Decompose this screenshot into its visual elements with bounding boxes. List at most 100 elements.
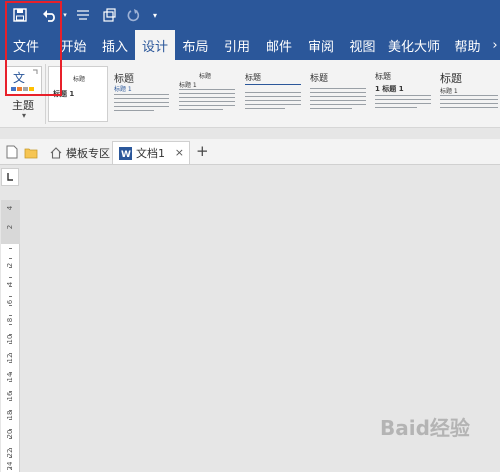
format-painter-button[interactable] bbox=[74, 4, 92, 26]
preview-line bbox=[440, 103, 498, 104]
style-set-title: 标题 bbox=[310, 74, 329, 84]
preview-line bbox=[440, 99, 498, 100]
svg-text:W: W bbox=[121, 150, 131, 160]
style-set-6[interactable]: 标题 1 标题 1 bbox=[373, 66, 435, 122]
ruler-tick bbox=[9, 429, 12, 430]
preview-line bbox=[245, 96, 301, 97]
document-icon bbox=[103, 8, 116, 22]
divider bbox=[45, 64, 46, 124]
preview-line bbox=[310, 104, 366, 105]
left-tab-icon bbox=[7, 173, 13, 181]
word-window: ▾ ▾ 文件 开始 插入 设计 布局 引用 邮件 审阅 视图 美化大师 帮助 › bbox=[0, 0, 500, 472]
chevron-down-icon[interactable]: ▾ bbox=[22, 111, 26, 120]
preview-line bbox=[245, 104, 301, 105]
preview-line bbox=[310, 92, 366, 93]
print-preview-button[interactable] bbox=[100, 4, 118, 26]
preview-line bbox=[114, 110, 154, 111]
style-set-5[interactable]: 标题 bbox=[308, 66, 370, 122]
tab-mailings[interactable]: 邮件 bbox=[258, 30, 300, 60]
style-set-2[interactable]: 标题 标题 1 bbox=[112, 66, 174, 122]
style-set-title: 标题 bbox=[375, 72, 391, 81]
watermark: Baid经验 bbox=[380, 416, 470, 440]
style-set-heading: 标题 1 bbox=[179, 82, 197, 89]
preview-line bbox=[375, 95, 431, 96]
preview-line bbox=[310, 108, 352, 109]
tab-home[interactable]: 开始 bbox=[52, 30, 95, 60]
style-set-title: 标题 bbox=[245, 73, 261, 82]
preview-line bbox=[114, 98, 169, 99]
tab-file[interactable]: 文件 bbox=[0, 30, 52, 60]
word-doc-icon: W bbox=[119, 146, 132, 160]
preview-line bbox=[375, 99, 431, 100]
style-set-title: 标题 bbox=[114, 74, 134, 85]
tab-view[interactable]: 视图 bbox=[342, 30, 383, 60]
design-ribbon: 文 主题 ▾ 标题 标题 1 标题 标题 1 标题 标题 1 标题 标题 标题 … bbox=[0, 60, 500, 128]
style-set-7[interactable]: 标题 标题 1 bbox=[438, 66, 500, 122]
chevron-down-icon: ▾ bbox=[63, 11, 67, 19]
open-folder-button[interactable] bbox=[24, 144, 38, 163]
tab-selector[interactable] bbox=[1, 168, 19, 186]
style-set-heading: 标题 1 bbox=[440, 88, 458, 95]
chevron-right-icon: › bbox=[492, 37, 498, 53]
tab-references[interactable]: 引用 bbox=[216, 30, 258, 60]
undo-dropdown[interactable]: ▾ bbox=[61, 4, 69, 26]
preview-line bbox=[179, 101, 235, 102]
preview-line bbox=[310, 96, 366, 97]
ribbon-tabs: 文件 开始 插入 设计 布局 引用 邮件 审阅 视图 美化大师 帮助 › bbox=[0, 30, 500, 60]
themes-button[interactable]: 文 bbox=[6, 66, 42, 96]
ruler-tick bbox=[9, 258, 12, 259]
ruler-tick bbox=[9, 286, 12, 287]
folder-icon bbox=[24, 148, 38, 159]
preview-line bbox=[440, 107, 498, 108]
style-set-title: 标题 bbox=[73, 76, 86, 83]
ruler-number: 2 bbox=[6, 224, 14, 230]
style-set-heading: 标题 1 bbox=[114, 86, 132, 93]
save-icon bbox=[13, 8, 27, 22]
ruler-tick bbox=[9, 467, 12, 468]
ruler-tick bbox=[9, 381, 12, 382]
preview-line bbox=[245, 108, 285, 109]
style-set-3[interactable]: 标题 标题 1 bbox=[177, 66, 239, 122]
preview-line bbox=[375, 103, 431, 104]
ruler-number: 4 bbox=[6, 205, 14, 211]
ruler-tick bbox=[9, 277, 12, 278]
preview-rule bbox=[245, 84, 301, 85]
add-tab-button[interactable]: + bbox=[196, 142, 209, 160]
ruler-tick bbox=[9, 438, 12, 439]
tab-layout[interactable]: 布局 bbox=[175, 30, 216, 60]
list-icon bbox=[77, 10, 89, 20]
preview-line bbox=[179, 105, 235, 106]
svg-text:文: 文 bbox=[13, 70, 25, 85]
customize-toolbar-button[interactable]: ▾ bbox=[150, 4, 160, 26]
preview-line bbox=[114, 94, 169, 95]
save-button[interactable] bbox=[10, 4, 30, 26]
new-document-button[interactable] bbox=[6, 144, 18, 163]
tab-beautify-master[interactable]: 美化大师 bbox=[383, 30, 445, 60]
preview-line bbox=[375, 107, 417, 108]
tab-document-1[interactable]: W 文档1 × bbox=[112, 141, 190, 164]
ruler-tick bbox=[9, 267, 12, 268]
tab-help[interactable]: 帮助 bbox=[445, 30, 490, 60]
tab-insert[interactable]: 插入 bbox=[95, 30, 135, 60]
preview-line bbox=[245, 92, 301, 93]
document-tab-bar: 模板专区 W 文档1 × + bbox=[0, 139, 500, 165]
tab-overflow[interactable]: › bbox=[490, 30, 500, 60]
preview-line bbox=[114, 106, 169, 107]
ruler-tick bbox=[9, 315, 12, 316]
preview-line bbox=[179, 93, 235, 94]
ruler-number: 24 bbox=[6, 461, 14, 471]
preview-line bbox=[310, 100, 366, 101]
ruler-tick bbox=[9, 305, 12, 306]
theme-icon: 文 bbox=[11, 69, 38, 91]
style-set-default[interactable]: 标题 标题 1 bbox=[48, 66, 108, 122]
tab-review[interactable]: 审阅 bbox=[300, 30, 342, 60]
tab-design[interactable]: 设计 bbox=[135, 30, 175, 60]
quick-access-toolbar: ▾ ▾ bbox=[0, 0, 500, 30]
style-set-4[interactable]: 标题 bbox=[243, 66, 305, 122]
undo-button[interactable] bbox=[40, 4, 60, 26]
ruler-tick bbox=[9, 410, 12, 411]
preview-line bbox=[440, 95, 498, 96]
close-icon[interactable]: × bbox=[175, 146, 184, 159]
tab-template-zone[interactable]: 模板专区 bbox=[44, 141, 110, 164]
redo-button[interactable] bbox=[124, 4, 142, 26]
